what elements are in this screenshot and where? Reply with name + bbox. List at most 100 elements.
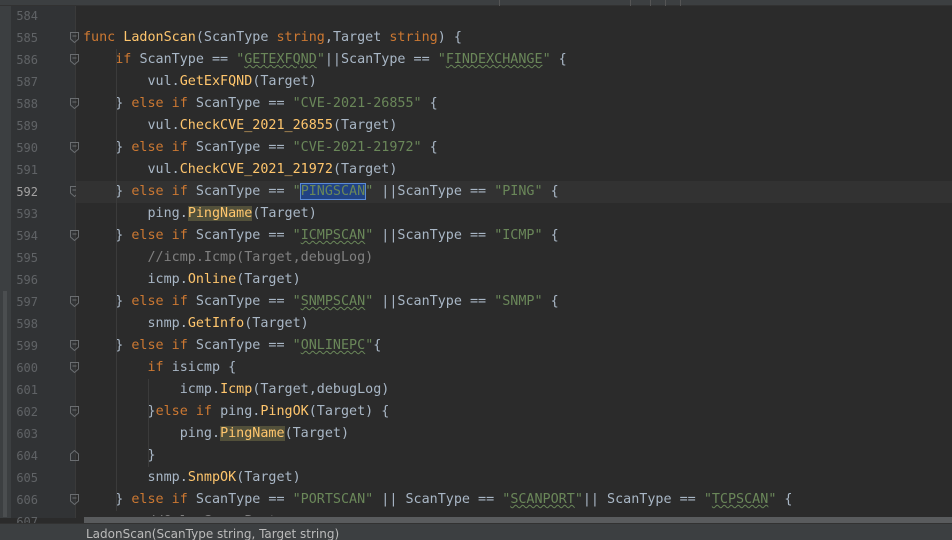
- code-token: snmp.: [83, 470, 188, 485]
- line-number[interactable]: 596: [11, 269, 38, 291]
- code-text[interactable]: } else if ScanType == "PORTSCAN" || Scan…: [76, 489, 952, 511]
- breadcrumb[interactable]: LadonScan(ScanType string, Target string…: [0, 523, 952, 540]
- line-number[interactable]: 593: [11, 203, 38, 225]
- code-line[interactable]: 594 } else if ScanType == "ICMPSCAN" ||S…: [0, 225, 952, 247]
- line-number[interactable]: 590: [11, 137, 38, 159]
- code-line[interactable]: 591 vul.CheckCVE_2021_21972(Target): [0, 159, 952, 181]
- code-token: }: [83, 140, 132, 155]
- line-number[interactable]: 600: [11, 357, 38, 379]
- line-number[interactable]: 584: [11, 5, 38, 27]
- line-number[interactable]: 599: [11, 335, 38, 357]
- code-token: ||ScanType ==: [373, 228, 495, 243]
- code-token: ScanType ==: [195, 228, 293, 243]
- code-line[interactable]: 592 } else if ScanType == "PINGSCAN" ||S…: [0, 181, 952, 203]
- code-text[interactable]: } else if ScanType == "ICMPSCAN" ||ScanT…: [76, 225, 952, 247]
- code-line[interactable]: 598 snmp.GetInfo(Target): [0, 313, 952, 335]
- code-line[interactable]: 588 } else if ScanType == "CVE-2021-2685…: [0, 93, 952, 115]
- code-text[interactable]: vul.CheckCVE_2021_26855(Target): [76, 115, 952, 137]
- code-text[interactable]: if isicmp {: [76, 357, 952, 379]
- code-text[interactable]: }: [76, 445, 952, 467]
- code-text[interactable]: ping.PingName(Target): [76, 203, 952, 225]
- code-text[interactable]: } else if ScanType == "CVE-2021-26855" {: [76, 93, 952, 115]
- indent-guide: [116, 49, 117, 511]
- code-line[interactable]: 595 //icmp.Icmp(Target,debugLog): [0, 247, 952, 269]
- code-text[interactable]: } else if ScanType == "CVE-2021-21972" {: [76, 137, 952, 159]
- line-number[interactable]: 595: [11, 247, 38, 269]
- code-text[interactable]: snmp.GetInfo(Target): [76, 313, 952, 335]
- horizontal-scrollbar[interactable]: [76, 516, 952, 523]
- code-line[interactable]: 602 }else if ping.PingOK(Target) {: [0, 401, 952, 423]
- keyword-token: if: [147, 360, 172, 375]
- code-token: }: [83, 228, 132, 243]
- code-line[interactable]: 599 } else if ScanType == "ONLINEPC"{: [0, 335, 952, 357]
- code-line[interactable]: 596 icmp.Online(Target): [0, 269, 952, 291]
- line-number[interactable]: 598: [11, 313, 38, 335]
- code-token: || ScanType ==: [582, 492, 704, 507]
- code-text[interactable]: ping.PingName(Target): [76, 423, 952, 445]
- code-text[interactable]: } else if ScanType == "ONLINEPC"{: [76, 335, 952, 357]
- function-token: Online: [187, 272, 237, 287]
- code-line[interactable]: 585 func LadonScan(ScanType string,Target…: [0, 27, 952, 49]
- code-token: (ScanType: [195, 30, 277, 45]
- code-line[interactable]: 603 ping.PingName(Target): [0, 423, 952, 445]
- code-line[interactable]: 600 if isicmp {: [0, 357, 952, 379]
- code-line[interactable]: 593 ping.PingName(Target): [0, 203, 952, 225]
- code-text[interactable]: vul.GetExFQND(Target): [76, 71, 952, 93]
- line-number[interactable]: 587: [11, 71, 38, 93]
- code-line[interactable]: 587 vul.GetExFQND(Target): [0, 71, 952, 93]
- breadcrumb-function[interactable]: LadonScan(ScanType string, Target string…: [86, 527, 339, 540]
- code-text[interactable]: //icmp.Icmp(Target,debugLog): [76, 247, 952, 269]
- line-number[interactable]: 589: [11, 115, 38, 137]
- code-text[interactable]: icmp.Icmp(Target,debugLog): [76, 379, 952, 401]
- code-line[interactable]: 605 snmp.SnmpOK(Target): [0, 467, 952, 489]
- code-line[interactable]: 606 } else if ScanType == "PORTSCAN" || …: [0, 489, 952, 511]
- code-token: vul.: [83, 162, 180, 177]
- code-text[interactable]: if ScanType == "GETEXFQND"||ScanType == …: [76, 49, 952, 71]
- line-number[interactable]: 597: [11, 291, 38, 313]
- code-text[interactable]: } else if ScanType == "SNMPSCAN" ||ScanT…: [76, 291, 952, 313]
- line-number[interactable]: 601: [11, 379, 38, 401]
- code-line[interactable]: 584: [0, 5, 952, 27]
- keyword-token: else if: [131, 184, 196, 199]
- code-text[interactable]: snmp.SnmpOK(Target): [76, 467, 952, 489]
- code-token: ScanType ==: [195, 96, 293, 111]
- code-token: (Target): [252, 74, 317, 89]
- line-number[interactable]: 605: [11, 467, 38, 489]
- line-number[interactable]: 594: [11, 225, 38, 247]
- function-token: CheckCVE_2021_21972: [179, 162, 333, 177]
- line-number[interactable]: 585: [11, 27, 38, 49]
- string-token: ": [292, 338, 301, 353]
- code-line[interactable]: 597 } else if ScanType == "SNMPSCAN" ||S…: [0, 291, 952, 313]
- function-token: SnmpOK: [187, 470, 237, 485]
- code-line[interactable]: 604 }: [0, 445, 952, 467]
- code-token: {: [542, 294, 559, 309]
- comment-token: //icmp.Icmp(Target,debugLog): [147, 250, 374, 265]
- string-token: "CVE-2021-21972": [292, 140, 422, 155]
- line-number[interactable]: 592: [11, 181, 38, 203]
- code-token: }: [83, 448, 156, 463]
- code-token: }: [83, 184, 132, 199]
- line-number[interactable]: 602: [11, 401, 38, 423]
- code-text[interactable]: vul.CheckCVE_2021_21972(Target): [76, 159, 952, 181]
- line-number[interactable]: 603: [11, 423, 38, 445]
- code-text[interactable]: } else if ScanType == "PINGSCAN" ||ScanT…: [76, 181, 952, 203]
- code-text[interactable]: [76, 5, 952, 27]
- keyword-token: else if: [131, 294, 196, 309]
- code-token: }: [83, 96, 132, 111]
- line-number[interactable]: 588: [11, 93, 38, 115]
- line-number[interactable]: 606: [11, 489, 38, 511]
- code-line[interactable]: 589 vul.CheckCVE_2021_26855(Target): [0, 115, 952, 137]
- line-number[interactable]: 604: [11, 445, 38, 467]
- code-line[interactable]: 590 } else if ScanType == "CVE-2021-2197…: [0, 137, 952, 159]
- code-text[interactable]: }else if ping.PingOK(Target) {: [76, 401, 952, 423]
- line-number[interactable]: 591: [11, 159, 38, 181]
- code-text[interactable]: func LadonScan(ScanType string,Target st…: [76, 27, 952, 49]
- keyword-token: else if: [155, 404, 221, 419]
- line-number[interactable]: 586: [11, 49, 38, 71]
- string-token: ": [703, 492, 712, 507]
- code-line[interactable]: 586 if ScanType == "GETEXFQND"||ScanType…: [0, 49, 952, 71]
- code-line[interactable]: 601 icmp.Icmp(Target,debugLog): [0, 379, 952, 401]
- code-token: vul.: [83, 74, 180, 89]
- code-text[interactable]: icmp.Online(Target): [76, 269, 952, 291]
- code-token: {: [421, 140, 438, 155]
